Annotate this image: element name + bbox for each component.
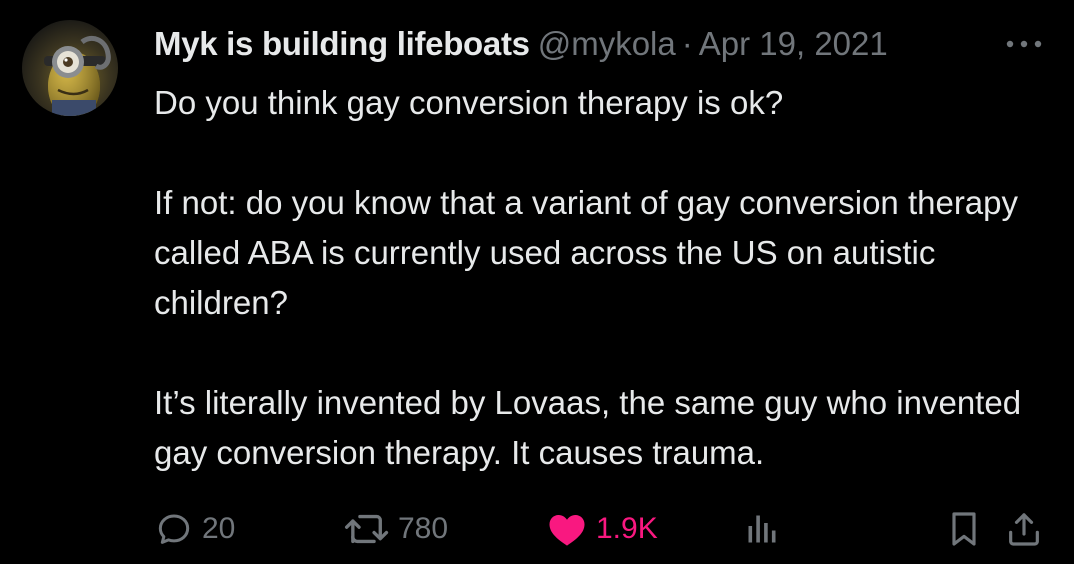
tweet-paragraph: It’s literally invented by Lovaas, the s…	[154, 384, 1022, 471]
tweet-paragraph: Do you think gay conversion therapy is o…	[154, 84, 784, 121]
avatar[interactable]	[22, 20, 118, 116]
more-button[interactable]	[1004, 22, 1044, 66]
share-button[interactable]	[1004, 504, 1044, 554]
bookmark-button[interactable]	[944, 504, 984, 554]
author-name[interactable]: Myk is building lifeboats	[154, 25, 530, 63]
more-horizontal-icon	[1006, 40, 1042, 48]
reply-icon	[158, 514, 190, 544]
tweet: Myk is building lifeboats @mykola · Apr …	[0, 0, 1074, 564]
analytics-icon	[748, 515, 776, 543]
tweet-paragraph: If not: do you know that a variant of ga…	[154, 184, 1019, 321]
like-button[interactable]: 1.9K	[546, 504, 658, 554]
avatar-image	[44, 36, 111, 116]
reply-button[interactable]: 20	[154, 504, 235, 554]
retweet-count: 780	[398, 512, 449, 545]
tweet-date[interactable]: Apr 19, 2021	[699, 25, 888, 63]
views-button[interactable]	[744, 504, 780, 554]
tweet-text: Do you think gay conversion therapy is o…	[154, 78, 1054, 478]
heart-icon	[549, 515, 585, 546]
retweet-icon	[344, 514, 389, 544]
share-icon	[1009, 513, 1039, 546]
bookmark-icon	[952, 512, 976, 546]
like-count: 1.9K	[596, 512, 658, 545]
separator-dot: ·	[681, 25, 693, 62]
author-handle[interactable]: @mykola	[538, 25, 676, 63]
retweet-button[interactable]: 780	[344, 504, 448, 554]
reply-count: 20	[202, 512, 236, 545]
action-bar: 20 780 1.9K	[154, 504, 1054, 554]
tweet-header: Myk is building lifeboats @mykola · Apr …	[154, 22, 1064, 66]
